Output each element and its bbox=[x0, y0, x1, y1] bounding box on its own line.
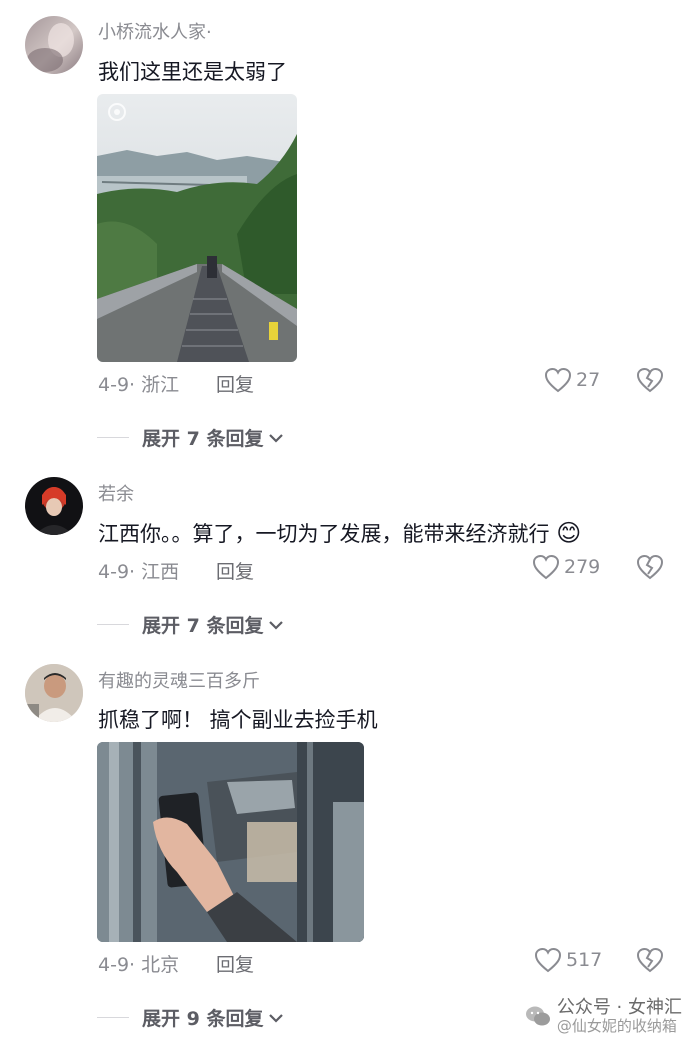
comment-item: 若余 江西你。。算了，一切为了发展，能带来经济就行 😊 4-9· 江西 回复 2… bbox=[0, 460, 690, 650]
emoji: 😊 bbox=[556, 519, 582, 547]
expand-replies-label: 展开 7 条回复 bbox=[142, 615, 264, 637]
avatar-image bbox=[27, 23, 74, 72]
expand-replies-button[interactable]: 展开 9 条回复 bbox=[97, 1004, 284, 1031]
watermark: 公众号 · 女神汇 @仙女妮的收纳箱 bbox=[525, 996, 682, 1035]
username[interactable]: 小桥流水人家· bbox=[98, 18, 212, 44]
dislike-button[interactable] bbox=[636, 554, 664, 584]
username[interactable]: 有趣的灵魂三百多斤 bbox=[98, 667, 260, 693]
expand-replies-button[interactable]: 展开 7 条回复 bbox=[97, 424, 284, 451]
wechat-icon bbox=[525, 1006, 550, 1026]
comment-item: 小桥流水人家· 我们这里还是太弱了 4-9· 浙江 回复 27 展开 7 条回复 bbox=[0, 0, 690, 460]
dislike-button[interactable] bbox=[636, 367, 664, 397]
like-button[interactable]: 517 bbox=[534, 947, 602, 973]
divider bbox=[97, 1017, 129, 1018]
avatar[interactable] bbox=[25, 477, 83, 535]
chevron-down-icon bbox=[269, 433, 284, 443]
comment-image[interactable] bbox=[97, 742, 364, 942]
like-count: 27 bbox=[576, 369, 601, 391]
comment-date-location: 4-9· 江西 bbox=[98, 561, 180, 583]
heart-outline-icon bbox=[544, 367, 572, 393]
broken-heart-icon bbox=[636, 554, 664, 580]
username[interactable]: 若余 bbox=[98, 480, 134, 506]
avatar-image bbox=[35, 487, 73, 535]
like-button[interactable]: 27 bbox=[544, 367, 600, 393]
heart-outline-icon bbox=[534, 947, 562, 973]
dislike-button[interactable] bbox=[636, 947, 664, 977]
comment-date-location: 4-9· 浙江 bbox=[98, 374, 180, 396]
comment-text: 江西你。。算了，一切为了发展，能带来经济就行 😊 bbox=[98, 518, 581, 548]
broken-heart-icon bbox=[636, 367, 664, 393]
comment-text: 我们这里还是太弱了 bbox=[98, 60, 287, 84]
reply-button[interactable]: 回复 bbox=[216, 370, 254, 397]
avatar-image bbox=[25, 664, 83, 722]
comment-image[interactable] bbox=[97, 94, 297, 362]
expand-replies-button[interactable]: 展开 7 条回复 bbox=[97, 611, 284, 638]
chevron-down-icon bbox=[269, 1013, 284, 1023]
like-button[interactable]: 279 bbox=[532, 554, 600, 580]
watermark-text: 公众号 · 女神汇 bbox=[556, 996, 682, 1018]
avatar[interactable] bbox=[25, 664, 83, 722]
avatar[interactable] bbox=[25, 16, 83, 74]
escalator-photo bbox=[97, 94, 297, 362]
comment-date-location: 4-9· 北京 bbox=[98, 954, 180, 976]
broken-heart-icon bbox=[636, 947, 664, 973]
heart-outline-icon bbox=[532, 554, 560, 580]
reply-button[interactable]: 回复 bbox=[216, 950, 254, 977]
expand-replies-label: 展开 7 条回复 bbox=[142, 428, 264, 450]
phone-grab-photo bbox=[97, 742, 364, 942]
divider bbox=[97, 624, 129, 625]
comment-item: 有趣的灵魂三百多斤 抓稳了啊！ 搞个副业去捡手机 4-9· 北京 回复 517 bbox=[0, 650, 690, 1042]
like-count: 279 bbox=[564, 556, 601, 578]
reply-button[interactable]: 回复 bbox=[216, 557, 254, 584]
watermark-subtext: @仙女妮的收纳箱 bbox=[556, 1016, 677, 1035]
like-count: 517 bbox=[566, 949, 603, 971]
comment-text: 抓稳了啊！ 搞个副业去捡手机 bbox=[98, 708, 378, 732]
chevron-down-icon bbox=[269, 620, 284, 630]
divider bbox=[97, 437, 129, 438]
expand-replies-label: 展开 9 条回复 bbox=[142, 1008, 264, 1030]
comment-text-body: 江西你。。算了，一切为了发展，能带来经济就行 bbox=[98, 522, 550, 546]
